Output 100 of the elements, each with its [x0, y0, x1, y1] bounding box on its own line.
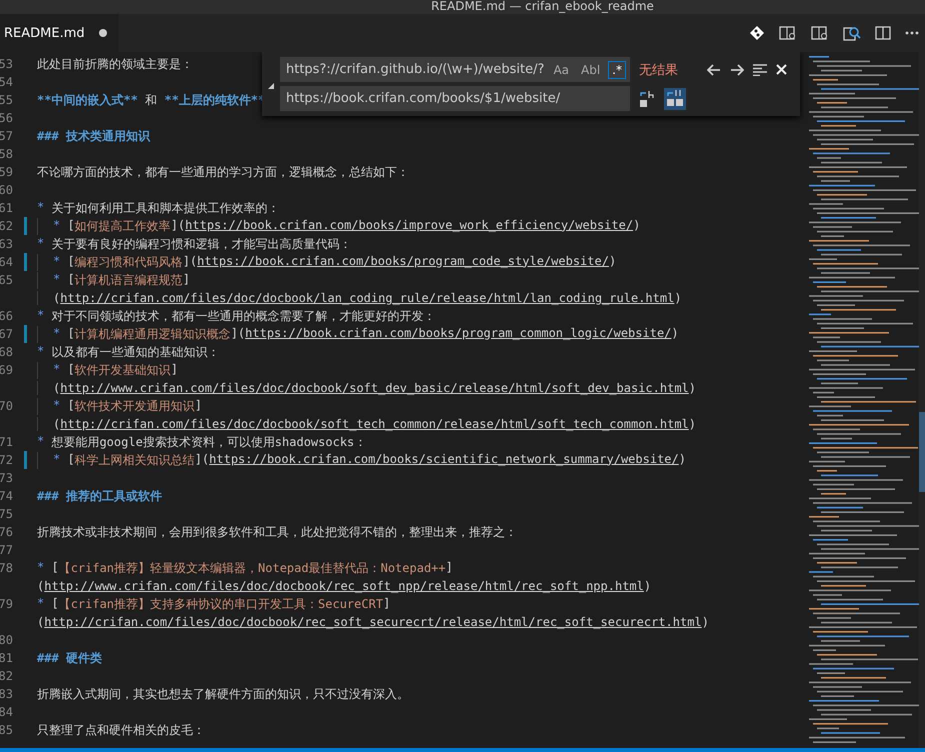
heading-markup: ### 硬件类 — [37, 650, 102, 666]
code-text: [ — [50, 596, 59, 612]
link-url: https://book.crifan.com/books/improve_work_efficiency/website/ — [185, 218, 634, 234]
replace-icon[interactable] — [639, 90, 655, 108]
code-text: ] — [182, 272, 190, 288]
bullet-marker: * — [53, 452, 60, 468]
link-label: 计算机编程通用逻辑知识概念 — [74, 326, 231, 342]
code-text: ( — [37, 615, 44, 629]
link-url: http://crifan.com/files/doc/docbook/soft_tech_common/release/html/soft_tech_common.html — [60, 417, 689, 431]
link-label: 软件开发基础知识 — [74, 362, 171, 378]
code-text: ) — [644, 579, 652, 593]
link-label: 【crifan推荐】支持多种协议的串口开发工具：SecureCRT — [58, 596, 384, 612]
bullet-marker: * — [37, 308, 44, 324]
code-text: 此处目前折腾的领域主要是： — [37, 56, 193, 72]
find-input-field[interactable]: https?://crifan.github.io/(\w+)/website/? Aa Abl .* — [280, 57, 630, 82]
code-text: 不论哪方面的技术，都有一些通用的学习方面，逻辑概念，总结如下： — [37, 164, 409, 180]
code-text: [ — [66, 254, 75, 270]
heading-markup: ### 技术类通用知识 — [37, 128, 150, 144]
arrow-left-icon[interactable] — [707, 64, 721, 76]
code-text: ] — [446, 560, 453, 576]
code-text: ( — [53, 381, 60, 395]
close-icon[interactable] — [776, 64, 787, 75]
code-text: 只整理了点和硬件相关的皮毛： — [37, 722, 205, 738]
scrollbar-thumb[interactable] — [919, 412, 925, 492]
code-text: 想要能用google搜索技术资料，可以使用shadowsocks： — [50, 434, 366, 450]
code-text: [ — [66, 362, 75, 376]
code-text: [ — [50, 560, 59, 576]
editor-tab[interactable]: README.md — [0, 14, 119, 52]
link-url: http://www.crifan.com/files/doc/docbook/soft_dev_basic/release/html/soft_dev_basic.html — [60, 381, 689, 395]
code-text: [ — [66, 272, 75, 288]
bullet-marker: * — [53, 254, 60, 270]
link-url: http://www.crifan.com/files/doc/docbook/rec_soft_npp/release/html/rec_soft_npp.html — [44, 579, 644, 593]
bullet-marker: * — [37, 596, 44, 612]
code-text: [ — [66, 326, 75, 342]
code-text: ]( — [182, 254, 198, 270]
bullet-marker: * — [37, 434, 44, 450]
code-text: ]( — [170, 218, 186, 234]
bullet-marker: * — [37, 344, 44, 360]
bullet-marker: * — [53, 362, 60, 378]
code-text: 对于不同领域的技术，都有一些通用的概念需要了解，才能更好的开发： — [50, 308, 436, 324]
split-editor-icon[interactable] — [875, 26, 891, 40]
code-text: 以及都有一些通知的基础知识： — [50, 344, 220, 360]
link-label: 科学上网相关知识总结 — [74, 452, 195, 468]
code-text: ] — [194, 398, 202, 414]
code-text: 关于要有良好的编程习惯和逻辑，才能写出高质量代码： — [50, 236, 352, 252]
code-text: ] — [383, 596, 390, 612]
bullet-marker: * — [37, 236, 44, 252]
search-option-toggle[interactable]: .* — [608, 60, 626, 78]
bold-markup: **中间的嵌入式** — [37, 92, 138, 108]
git-diamond-icon[interactable] — [749, 25, 765, 41]
link-label: 如何提高工作效率 — [74, 218, 171, 234]
code-text: ]( — [194, 452, 210, 468]
code-text: [ — [66, 218, 75, 232]
code-text: ]( — [230, 326, 246, 342]
link-label: 【crifan推荐】轻量级文本编辑器，Notepad最佳替代品：Notepad++ — [58, 560, 446, 576]
code-text: ) — [671, 326, 679, 342]
code-text: ] — [170, 362, 178, 378]
code-text: ) — [702, 615, 709, 629]
link-label: 软件技术开发通用知识 — [74, 398, 195, 414]
preview-icon[interactable] — [779, 25, 797, 41]
window-title: README.md — crifan_ebook_readme — [431, 0, 654, 13]
code-text: ) — [674, 291, 682, 305]
bullet-marker: * — [53, 326, 60, 342]
code-text: 折腾技术或非技术期间，会用到很多软件和工具，此处把觉得不错的，整理出来，推荐之： — [37, 524, 517, 540]
link-url: https://book.crifan.com/books/scientific_network_summary/website/ — [209, 452, 679, 468]
code-text: ) — [688, 381, 696, 395]
link-url: http://crifan.com/files/doc/docbook/lan_coding_rule/release/html/lan_coding_rule.html — [60, 291, 674, 305]
bullet-marker: * — [37, 560, 44, 576]
code-text: 和 — [144, 92, 158, 108]
search-option-toggle[interactable]: Aa — [549, 60, 573, 78]
code-text: 关于如何利用工具和脚本提供工作效率的： — [50, 200, 280, 216]
replace-all-icon[interactable] — [664, 88, 686, 110]
code-text: ( — [37, 579, 44, 593]
code-text: ) — [608, 254, 616, 270]
collapse-triangle-icon[interactable] — [268, 83, 274, 89]
replace-input-field[interactable]: https://book.crifan.com/books/$1/website/ — [280, 86, 630, 111]
selection-lines-icon[interactable] — [753, 64, 767, 76]
preview-side-icon[interactable] — [811, 25, 829, 41]
link-label: 计算机语言编程规范 — [74, 272, 183, 288]
code-text: ( — [53, 417, 60, 431]
link-label: 编程习惯和代码风格 — [74, 254, 183, 270]
code-text: ( — [53, 291, 60, 305]
arrow-right-icon[interactable] — [730, 64, 744, 76]
link-url: http://crifan.com/files/doc/docbook/rec_soft_securecrt/release/html/rec_soft_securecrt.html — [44, 615, 702, 629]
search-option-toggle[interactable]: Abl — [577, 60, 604, 78]
link-url: https://book.crifan.com/books/program_common_logic/website/ — [245, 326, 672, 342]
code-text: ) — [633, 218, 640, 234]
code-text: ) — [678, 452, 686, 468]
code-text: [ — [66, 398, 75, 412]
bullet-marker: * — [53, 272, 60, 288]
code-text: 折腾嵌入式期间，其实也想去了解硬件方面的知识，只不过没有深入。 — [37, 686, 409, 702]
link-url: https://book.crifan.com/books/program_code_style/website/ — [197, 254, 609, 270]
code-text: [ — [66, 452, 75, 468]
more-icon[interactable] — [905, 31, 919, 35]
code-text: ) — [688, 417, 696, 431]
bullet-marker: * — [53, 218, 60, 234]
bullet-marker: * — [37, 200, 44, 216]
bullet-marker: * — [53, 398, 60, 414]
no-results-message: 无结果 — [639, 62, 678, 78]
heading-markup: ### 推荐的工具或软件 — [37, 488, 162, 504]
